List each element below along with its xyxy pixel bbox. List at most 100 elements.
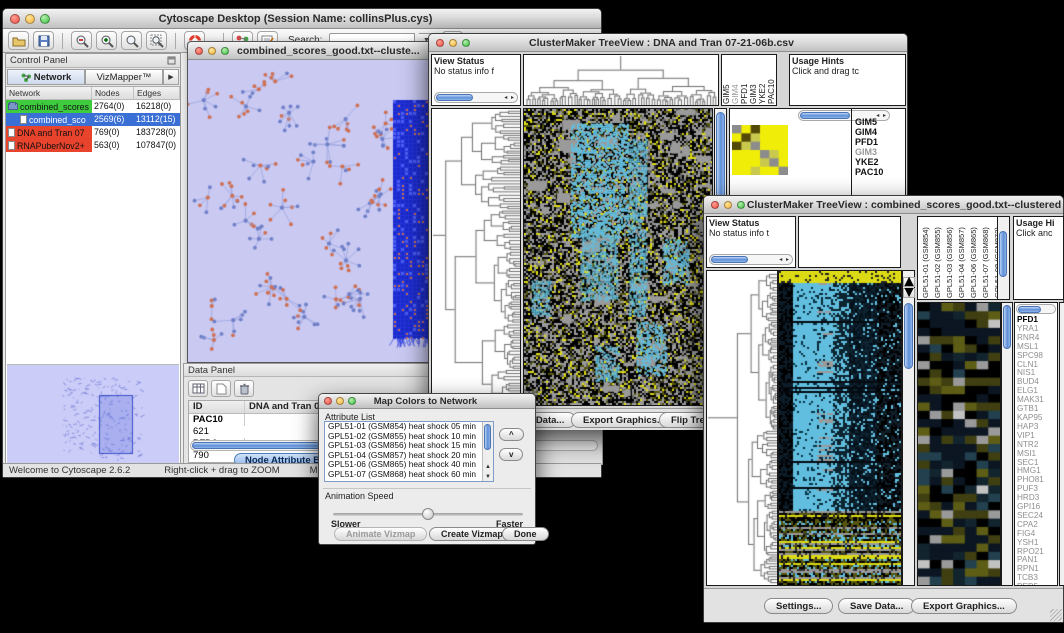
column-label[interactable]: GIM3	[750, 56, 758, 104]
tab-network[interactable]: Network	[7, 69, 85, 85]
zoom-fit-button[interactable]	[121, 31, 142, 50]
delete-attribute-button[interactable]	[234, 380, 254, 397]
gene-list-hscrollbar[interactable]	[1016, 304, 1056, 314]
gene-label[interactable]: YKE2	[853, 157, 883, 167]
scroll-arrows-icon[interactable]: ◂ ▸	[504, 94, 515, 101]
close-button[interactable]	[711, 201, 719, 209]
network-list-row[interactable]: DNA and Tran 07769(0)183728(0)	[6, 126, 180, 139]
minimize-button[interactable]	[449, 39, 457, 47]
column-label[interactable]: GPL51-07 (GSM868)	[980, 218, 991, 298]
birdseye-view[interactable]	[7, 364, 179, 464]
export-graphics-button[interactable]: Export Graphics...	[911, 598, 1017, 614]
save-button[interactable]	[33, 31, 54, 50]
heatmap-canvas[interactable]	[779, 271, 901, 585]
column-label[interactable]: GIM4	[732, 56, 740, 104]
move-up-button[interactable]: ^	[499, 428, 524, 441]
scrollbar-thumb[interactable]	[800, 112, 850, 119]
column-dendrogram-panel[interactable]	[523, 54, 719, 106]
cytoscape-titlebar[interactable]: Cytoscape Desktop (Session Name: collins…	[3, 9, 601, 29]
tab-overflow-button[interactable]: ▶	[163, 69, 179, 85]
scrollbar-thumb[interactable]	[711, 256, 748, 263]
dialog-titlebar[interactable]: Map Colors to Network	[319, 394, 535, 409]
column-label[interactable]: GPL51-01 (GSM854)	[920, 218, 931, 298]
view-status-scrollbar[interactable]: ◂ ▸	[434, 92, 518, 103]
column-dendrogram-canvas[interactable]	[524, 55, 718, 105]
scrollbar-thumb[interactable]	[1003, 305, 1011, 349]
row-dendrogram-panel[interactable]	[706, 270, 778, 586]
birdseye-canvas[interactable]	[7, 365, 177, 463]
row-dendrogram-canvas[interactable]	[707, 271, 777, 585]
zoom-in-button[interactable]	[96, 31, 117, 50]
view-status-scrollbar[interactable]: ◂ ▸	[709, 254, 793, 265]
animation-speed-slider[interactable]	[333, 513, 523, 516]
zoom-button[interactable]	[348, 397, 356, 405]
column-dendrogram-panel[interactable]	[798, 216, 901, 268]
float-panel-icon[interactable]	[167, 56, 176, 65]
column-label[interactable]: PAC10	[768, 56, 776, 104]
minimize-button[interactable]	[336, 397, 344, 405]
select-attributes-button[interactable]	[188, 380, 208, 397]
open-file-button[interactable]	[8, 31, 29, 50]
close-button[interactable]	[436, 39, 444, 47]
zoom-selected-button[interactable]	[146, 31, 167, 50]
network-list-row[interactable]: combined_sco2569(6)13112(15)	[6, 113, 180, 126]
column-label[interactable]: PFD1	[741, 56, 749, 104]
save-data-button[interactable]: Save Data...	[838, 598, 915, 614]
minimize-button[interactable]	[208, 47, 216, 55]
labels-vscrollbar[interactable]	[997, 217, 1009, 300]
zoom-vscrollbar[interactable]	[1001, 302, 1013, 586]
network-list-row[interactable]: combined_scores2764(0)16218(0)	[6, 100, 180, 113]
scrollbar-thumb[interactable]	[1018, 306, 1041, 313]
col-edges[interactable]: Edges	[134, 87, 180, 99]
zoom-button[interactable]	[462, 39, 470, 47]
attribute-list-scrollbar[interactable]: ▲ ▼	[482, 422, 493, 481]
zoom-matrix-canvas[interactable]	[732, 125, 788, 175]
zoom-button[interactable]	[737, 201, 745, 209]
minimize-button[interactable]	[25, 14, 35, 24]
zoom-button[interactable]	[221, 47, 229, 55]
close-button[interactable]	[195, 47, 203, 55]
scroll-arrows-icon[interactable]: ◂ ▸	[779, 256, 790, 263]
network-list-row[interactable]: RNAPuberNov2+563(0)107847(0)	[6, 139, 180, 152]
column-label[interactable]: GPL51-04 (GSM857)	[956, 218, 967, 298]
zoom-button[interactable]	[40, 14, 50, 24]
scroll-up-icon[interactable]: ▲	[483, 464, 493, 470]
column-label[interactable]: GPL51-06 (GSM865)	[968, 218, 979, 298]
attribute-item[interactable]: GPL51-07 (GSM868) heat shock 60 min	[325, 470, 493, 480]
zoom-out-button[interactable]	[71, 31, 92, 50]
scrollbar-thumb[interactable]	[999, 231, 1007, 277]
gene-label[interactable]: PEP5	[1015, 583, 1044, 586]
settings-button[interactable]: Settings...	[764, 598, 833, 614]
gene-list-vscrollbar[interactable]	[1059, 302, 1064, 586]
gene-label[interactable]: GIM4	[853, 127, 883, 137]
scrollbar-thumb[interactable]	[436, 94, 473, 101]
heatmap-vscrollbar[interactable]: ▲ ▼	[902, 270, 915, 586]
resize-grip[interactable]	[1050, 609, 1062, 621]
scroll-down-icon[interactable]: ▼	[483, 474, 493, 480]
gene-label[interactable]: PAC10	[853, 167, 883, 177]
column-label[interactable]: GPL51-03 (GSM856)	[944, 218, 955, 298]
heatmap-panel[interactable]	[778, 270, 902, 586]
zoom-heatmap-panel[interactable]	[917, 302, 1001, 586]
column-label[interactable]: GPL51-02 (GSM855)	[932, 218, 943, 298]
scroll-down-icon[interactable]: ▼	[903, 288, 915, 298]
zoom-heatmap-canvas[interactable]	[918, 303, 1000, 585]
done-button[interactable]: Done	[502, 527, 549, 541]
close-button[interactable]	[324, 397, 332, 405]
heatmap-canvas[interactable]	[524, 109, 712, 405]
row-dendrogram-panel[interactable]	[431, 108, 521, 406]
column-label[interactable]: GIM5	[723, 56, 731, 104]
animate-vizmap-button[interactable]: Animate Vizmap	[334, 527, 427, 541]
treeview1-titlebar[interactable]: ClusterMaker TreeView : DNA and Tran 07-…	[429, 34, 907, 52]
gene-label[interactable]: PFD1	[853, 137, 883, 147]
move-down-button[interactable]: v	[499, 448, 523, 461]
attribute-list[interactable]: GPL51-01 (GSM854) heat shock 05 minGPL51…	[324, 421, 494, 482]
row-dendrogram-canvas[interactable]	[432, 109, 520, 405]
tab-vizmapper[interactable]: VizMapper™	[85, 69, 163, 85]
col-network[interactable]: Network	[6, 87, 92, 99]
slider-thumb[interactable]	[422, 508, 434, 520]
heatmap-panel[interactable]	[523, 108, 713, 406]
scrollbar-thumb[interactable]	[484, 424, 491, 450]
close-button[interactable]	[10, 14, 20, 24]
col-nodes[interactable]: Nodes	[92, 87, 134, 99]
